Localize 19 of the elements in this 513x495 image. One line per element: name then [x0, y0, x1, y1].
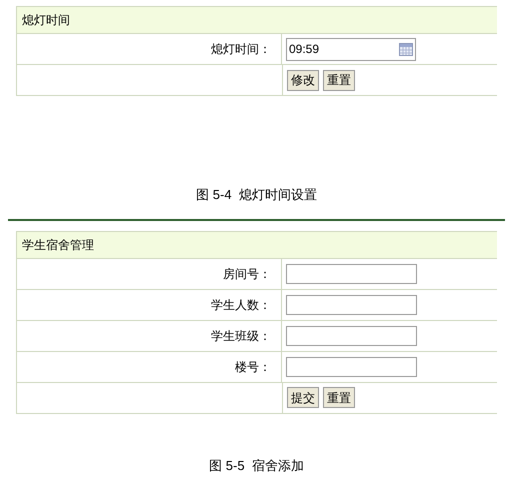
field-label: 楼号： — [235, 358, 271, 376]
input-field[interactable] — [286, 264, 417, 284]
calendar-icon[interactable] — [399, 42, 413, 56]
form-button[interactable]: 提交 — [287, 387, 319, 408]
form-title: 熄灯时间 — [22, 12, 70, 29]
field-label: 熄灯时间： — [211, 41, 271, 58]
input-field[interactable] — [286, 294, 417, 314]
form-button[interactable]: 修改 — [287, 70, 319, 90]
field-label: 学生人数： — [211, 296, 271, 314]
figure-caption: 图 5-4 熄灯时间设置 — [196, 186, 317, 204]
form-title: 学生宿舍管理 — [22, 236, 94, 254]
figure-caption: 图 5-5 宿舍添加 — [209, 456, 304, 474]
field-label: 学生班级： — [211, 328, 271, 344]
input-field[interactable] — [286, 356, 417, 376]
field-label: 房间号： — [223, 266, 271, 282]
form-button[interactable]: 重置 — [323, 387, 355, 408]
time-field[interactable]: 09:59 — [286, 38, 416, 60]
input-field[interactable] — [286, 326, 417, 346]
form-button[interactable]: 重置 — [323, 70, 355, 90]
